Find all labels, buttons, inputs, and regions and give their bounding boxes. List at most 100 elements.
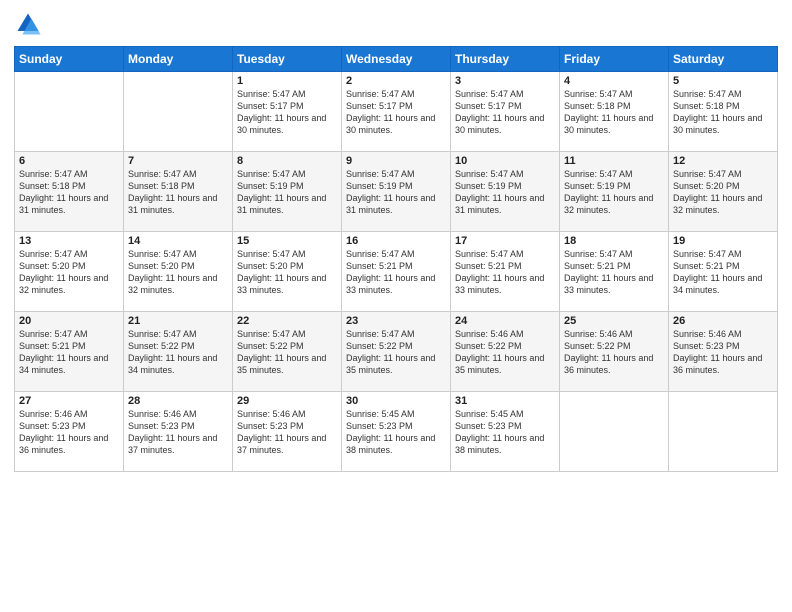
- calendar-cell: [560, 392, 669, 472]
- calendar-cell: 9Sunrise: 5:47 AMSunset: 5:19 PMDaylight…: [342, 152, 451, 232]
- calendar-cell: [15, 72, 124, 152]
- day-number: 24: [455, 315, 555, 327]
- weekday-header: Sunday: [15, 47, 124, 72]
- day-detail: Sunrise: 5:46 AMSunset: 5:23 PMDaylight:…: [237, 408, 337, 457]
- day-number: 2: [346, 75, 446, 87]
- day-number: 16: [346, 235, 446, 247]
- day-detail: Sunrise: 5:46 AMSunset: 5:23 PMDaylight:…: [673, 328, 773, 377]
- day-detail: Sunrise: 5:47 AMSunset: 5:18 PMDaylight:…: [673, 88, 773, 137]
- logo-icon: [14, 10, 42, 38]
- day-number: 6: [19, 155, 119, 167]
- day-number: 14: [128, 235, 228, 247]
- day-detail: Sunrise: 5:46 AMSunset: 5:23 PMDaylight:…: [128, 408, 228, 457]
- day-number: 7: [128, 155, 228, 167]
- day-detail: Sunrise: 5:47 AMSunset: 5:19 PMDaylight:…: [564, 168, 664, 217]
- page: SundayMondayTuesdayWednesdayThursdayFrid…: [0, 0, 792, 612]
- weekday-header: Monday: [124, 47, 233, 72]
- header: [14, 10, 778, 38]
- day-detail: Sunrise: 5:47 AMSunset: 5:19 PMDaylight:…: [455, 168, 555, 217]
- calendar-cell: 7Sunrise: 5:47 AMSunset: 5:18 PMDaylight…: [124, 152, 233, 232]
- day-detail: Sunrise: 5:46 AMSunset: 5:23 PMDaylight:…: [19, 408, 119, 457]
- day-detail: Sunrise: 5:47 AMSunset: 5:19 PMDaylight:…: [346, 168, 446, 217]
- logo: [14, 10, 46, 38]
- calendar-cell: [669, 392, 778, 472]
- calendar-week-row: 13Sunrise: 5:47 AMSunset: 5:20 PMDayligh…: [15, 232, 778, 312]
- calendar-cell: 13Sunrise: 5:47 AMSunset: 5:20 PMDayligh…: [15, 232, 124, 312]
- calendar-cell: [124, 72, 233, 152]
- calendar-cell: 24Sunrise: 5:46 AMSunset: 5:22 PMDayligh…: [451, 312, 560, 392]
- calendar-cell: 10Sunrise: 5:47 AMSunset: 5:19 PMDayligh…: [451, 152, 560, 232]
- day-number: 26: [673, 315, 773, 327]
- calendar-table: SundayMondayTuesdayWednesdayThursdayFrid…: [14, 46, 778, 472]
- day-number: 13: [19, 235, 119, 247]
- day-number: 31: [455, 395, 555, 407]
- day-detail: Sunrise: 5:45 AMSunset: 5:23 PMDaylight:…: [346, 408, 446, 457]
- day-detail: Sunrise: 5:47 AMSunset: 5:21 PMDaylight:…: [19, 328, 119, 377]
- day-number: 1: [237, 75, 337, 87]
- day-detail: Sunrise: 5:47 AMSunset: 5:17 PMDaylight:…: [346, 88, 446, 137]
- day-number: 20: [19, 315, 119, 327]
- day-detail: Sunrise: 5:47 AMSunset: 5:20 PMDaylight:…: [237, 248, 337, 297]
- calendar-cell: 20Sunrise: 5:47 AMSunset: 5:21 PMDayligh…: [15, 312, 124, 392]
- day-number: 29: [237, 395, 337, 407]
- calendar-cell: 12Sunrise: 5:47 AMSunset: 5:20 PMDayligh…: [669, 152, 778, 232]
- day-number: 12: [673, 155, 773, 167]
- day-number: 30: [346, 395, 446, 407]
- calendar-cell: 19Sunrise: 5:47 AMSunset: 5:21 PMDayligh…: [669, 232, 778, 312]
- calendar-cell: 5Sunrise: 5:47 AMSunset: 5:18 PMDaylight…: [669, 72, 778, 152]
- calendar-cell: 31Sunrise: 5:45 AMSunset: 5:23 PMDayligh…: [451, 392, 560, 472]
- day-number: 23: [346, 315, 446, 327]
- day-detail: Sunrise: 5:47 AMSunset: 5:21 PMDaylight:…: [673, 248, 773, 297]
- day-detail: Sunrise: 5:46 AMSunset: 5:22 PMDaylight:…: [564, 328, 664, 377]
- day-detail: Sunrise: 5:47 AMSunset: 5:20 PMDaylight:…: [673, 168, 773, 217]
- day-number: 28: [128, 395, 228, 407]
- day-number: 25: [564, 315, 664, 327]
- calendar-cell: 16Sunrise: 5:47 AMSunset: 5:21 PMDayligh…: [342, 232, 451, 312]
- calendar-week-row: 1Sunrise: 5:47 AMSunset: 5:17 PMDaylight…: [15, 72, 778, 152]
- calendar-cell: 21Sunrise: 5:47 AMSunset: 5:22 PMDayligh…: [124, 312, 233, 392]
- day-number: 11: [564, 155, 664, 167]
- calendar-cell: 17Sunrise: 5:47 AMSunset: 5:21 PMDayligh…: [451, 232, 560, 312]
- calendar-cell: 27Sunrise: 5:46 AMSunset: 5:23 PMDayligh…: [15, 392, 124, 472]
- day-detail: Sunrise: 5:47 AMSunset: 5:22 PMDaylight:…: [128, 328, 228, 377]
- calendar-cell: 30Sunrise: 5:45 AMSunset: 5:23 PMDayligh…: [342, 392, 451, 472]
- calendar-header-row: SundayMondayTuesdayWednesdayThursdayFrid…: [15, 47, 778, 72]
- calendar-cell: 23Sunrise: 5:47 AMSunset: 5:22 PMDayligh…: [342, 312, 451, 392]
- calendar-cell: 22Sunrise: 5:47 AMSunset: 5:22 PMDayligh…: [233, 312, 342, 392]
- calendar-week-row: 27Sunrise: 5:46 AMSunset: 5:23 PMDayligh…: [15, 392, 778, 472]
- calendar-cell: 4Sunrise: 5:47 AMSunset: 5:18 PMDaylight…: [560, 72, 669, 152]
- day-detail: Sunrise: 5:47 AMSunset: 5:22 PMDaylight:…: [346, 328, 446, 377]
- day-detail: Sunrise: 5:47 AMSunset: 5:18 PMDaylight:…: [19, 168, 119, 217]
- day-detail: Sunrise: 5:47 AMSunset: 5:19 PMDaylight:…: [237, 168, 337, 217]
- calendar-week-row: 20Sunrise: 5:47 AMSunset: 5:21 PMDayligh…: [15, 312, 778, 392]
- day-detail: Sunrise: 5:47 AMSunset: 5:21 PMDaylight:…: [346, 248, 446, 297]
- calendar-cell: 26Sunrise: 5:46 AMSunset: 5:23 PMDayligh…: [669, 312, 778, 392]
- calendar-cell: 6Sunrise: 5:47 AMSunset: 5:18 PMDaylight…: [15, 152, 124, 232]
- calendar-cell: 1Sunrise: 5:47 AMSunset: 5:17 PMDaylight…: [233, 72, 342, 152]
- weekday-header: Friday: [560, 47, 669, 72]
- day-number: 22: [237, 315, 337, 327]
- day-detail: Sunrise: 5:47 AMSunset: 5:17 PMDaylight:…: [237, 88, 337, 137]
- day-detail: Sunrise: 5:47 AMSunset: 5:17 PMDaylight:…: [455, 88, 555, 137]
- calendar-cell: 3Sunrise: 5:47 AMSunset: 5:17 PMDaylight…: [451, 72, 560, 152]
- day-number: 18: [564, 235, 664, 247]
- day-detail: Sunrise: 5:47 AMSunset: 5:20 PMDaylight:…: [128, 248, 228, 297]
- calendar-cell: 29Sunrise: 5:46 AMSunset: 5:23 PMDayligh…: [233, 392, 342, 472]
- day-number: 8: [237, 155, 337, 167]
- calendar-cell: 11Sunrise: 5:47 AMSunset: 5:19 PMDayligh…: [560, 152, 669, 232]
- calendar-cell: 14Sunrise: 5:47 AMSunset: 5:20 PMDayligh…: [124, 232, 233, 312]
- day-detail: Sunrise: 5:45 AMSunset: 5:23 PMDaylight:…: [455, 408, 555, 457]
- day-detail: Sunrise: 5:47 AMSunset: 5:18 PMDaylight:…: [564, 88, 664, 137]
- calendar-week-row: 6Sunrise: 5:47 AMSunset: 5:18 PMDaylight…: [15, 152, 778, 232]
- day-detail: Sunrise: 5:47 AMSunset: 5:21 PMDaylight:…: [455, 248, 555, 297]
- weekday-header: Tuesday: [233, 47, 342, 72]
- calendar-cell: 8Sunrise: 5:47 AMSunset: 5:19 PMDaylight…: [233, 152, 342, 232]
- weekday-header: Saturday: [669, 47, 778, 72]
- day-number: 17: [455, 235, 555, 247]
- calendar-cell: 2Sunrise: 5:47 AMSunset: 5:17 PMDaylight…: [342, 72, 451, 152]
- day-detail: Sunrise: 5:47 AMSunset: 5:20 PMDaylight:…: [19, 248, 119, 297]
- calendar-cell: 25Sunrise: 5:46 AMSunset: 5:22 PMDayligh…: [560, 312, 669, 392]
- day-detail: Sunrise: 5:47 AMSunset: 5:22 PMDaylight:…: [237, 328, 337, 377]
- day-number: 19: [673, 235, 773, 247]
- calendar-cell: 18Sunrise: 5:47 AMSunset: 5:21 PMDayligh…: [560, 232, 669, 312]
